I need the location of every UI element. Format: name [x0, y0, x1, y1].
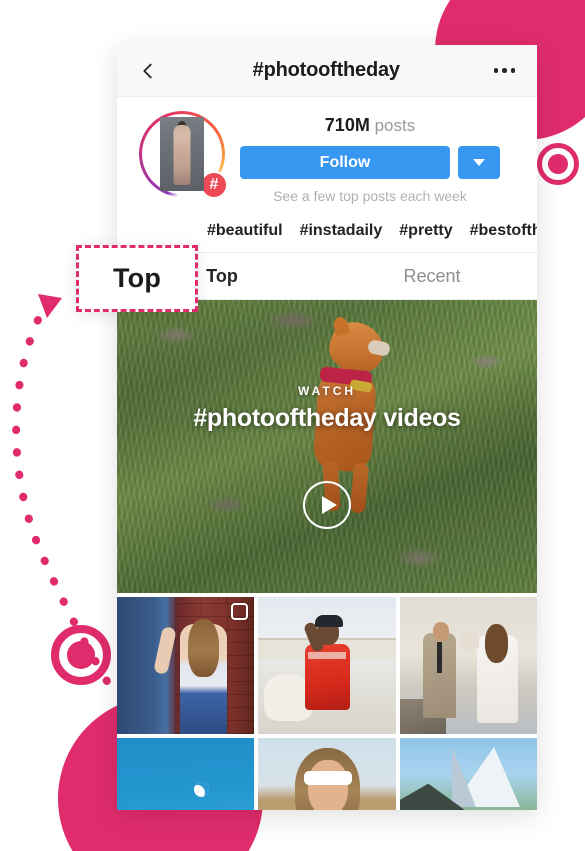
- hashtag-chip[interactable]: #pretty: [399, 222, 452, 240]
- follow-row: Follow: [240, 146, 500, 179]
- post-grid: [117, 593, 537, 810]
- tab-recent[interactable]: Recent: [327, 253, 537, 299]
- follow-note: See a few top posts each week: [273, 188, 467, 204]
- chevron-left-icon[interactable]: [137, 60, 159, 82]
- more-options-icon[interactable]: [493, 68, 518, 73]
- profile-stats: 710M posts Follow See a few top posts ea…: [225, 111, 515, 204]
- posts-count-line: 710M posts: [325, 115, 415, 136]
- top-tab-callout: Top: [76, 245, 198, 312]
- grid-item-blue-sky-crescent-moon[interactable]: [117, 738, 255, 810]
- grid-item-woman-white-sunglasses[interactable]: [258, 738, 396, 810]
- posts-label: posts: [374, 116, 416, 135]
- grid-item-girl-blue-door-brick-wall[interactable]: [117, 597, 255, 735]
- decorative-ring-bottom-left: [51, 625, 111, 685]
- hashtag-chip[interactable]: #beautiful: [207, 222, 283, 240]
- hero-kicker: WATCH: [297, 384, 357, 398]
- page-root: Top #photooftheday # 710M posts Follow S…: [0, 0, 585, 851]
- follow-button[interactable]: Follow: [240, 146, 450, 179]
- grid-item-wedding-couple-with-puppy[interactable]: [399, 597, 537, 735]
- multi-photo-icon: [231, 603, 249, 620]
- instagram-hashtag-screen: #photooftheday # 710M posts Follow See a…: [117, 45, 537, 810]
- hero-title: #photooftheday videos: [193, 404, 461, 432]
- hero-text: WATCH #photooftheday videos: [117, 384, 537, 433]
- posts-count: 710M: [324, 115, 370, 135]
- hashtag-badge-icon: #: [200, 171, 228, 199]
- hashtag-chip[interactable]: #bestofth: [470, 222, 537, 240]
- chevron-down-icon: [473, 159, 485, 166]
- avatar[interactable]: #: [139, 111, 228, 199]
- hashtag-profile-block: # 710M posts Follow See a few top posts …: [117, 97, 537, 214]
- watch-videos-hero[interactable]: WATCH #photooftheday videos: [117, 300, 537, 593]
- play-icon[interactable]: [303, 481, 351, 529]
- hero-scrim: [117, 300, 537, 593]
- follow-dropdown-button[interactable]: [458, 146, 500, 179]
- top-callout-label: Top: [112, 263, 162, 293]
- grid-item-matterhorn-mountain-lake[interactable]: [399, 738, 537, 810]
- hashtag-chip[interactable]: #instadaily: [300, 222, 383, 240]
- screen-header: #photooftheday: [117, 45, 537, 97]
- decorative-ring-right: [537, 143, 579, 185]
- grid-item-man-red-vest-rooftop[interactable]: [258, 597, 396, 735]
- avatar-image: [160, 117, 204, 191]
- page-title: #photooftheday: [252, 59, 400, 81]
